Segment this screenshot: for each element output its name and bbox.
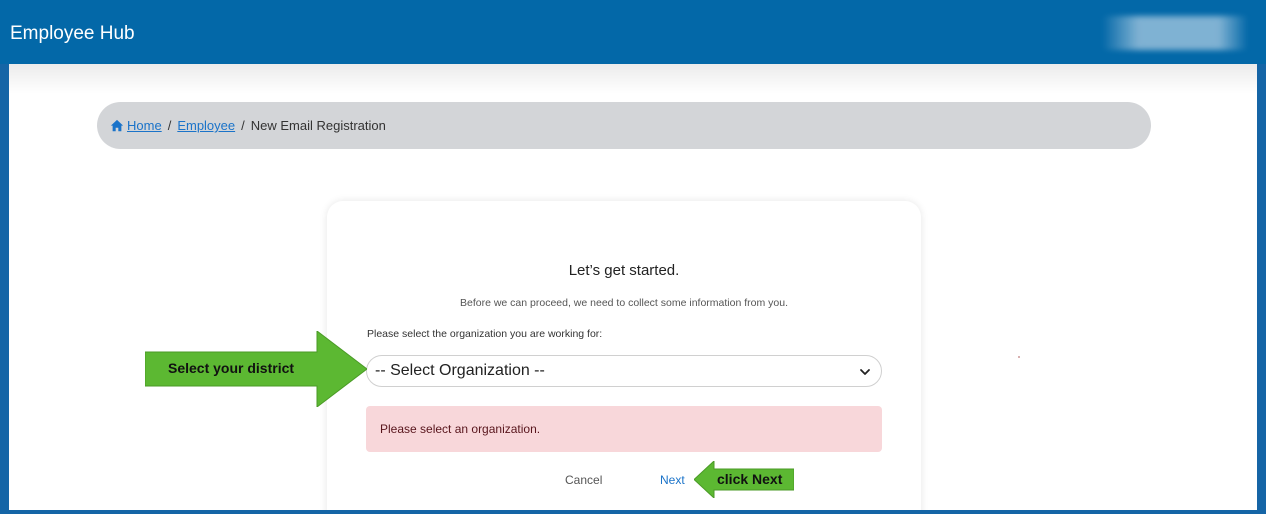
next-button[interactable]: Next bbox=[660, 473, 685, 487]
card-heading: Let’s get started. bbox=[568, 262, 680, 279]
chevron-down-icon bbox=[859, 365, 871, 377]
breadcrumb-separator: / bbox=[241, 118, 245, 133]
app-title: Employee Hub bbox=[10, 23, 135, 44]
breadcrumb: Home / Employee / New Email Registration bbox=[97, 102, 1151, 149]
registration-card: Let’s get started. Before we can proceed… bbox=[327, 201, 921, 510]
error-alert: Please select an organization. bbox=[366, 406, 882, 452]
home-icon[interactable] bbox=[110, 119, 124, 133]
redacted-user-area bbox=[1102, 16, 1248, 50]
breadcrumb-separator: / bbox=[167, 118, 172, 133]
breadcrumb-employee-link[interactable]: Employee bbox=[177, 118, 235, 133]
stray-mark bbox=[1018, 356, 1020, 358]
organization-select-value: -- Select Organization -- bbox=[375, 362, 545, 379]
select-district-annotation: Select your district bbox=[168, 360, 295, 376]
error-message: Please select an organization. bbox=[380, 422, 541, 436]
card-subtext: Before we can proceed, we need to collec… bbox=[459, 297, 788, 309]
main-content: Home / Employee / New Email Registration… bbox=[9, 64, 1257, 510]
organization-select-label: Please select the organization you are w… bbox=[367, 328, 603, 340]
breadcrumb-current: New Email Registration bbox=[250, 118, 386, 133]
top-bar: Employee Hub bbox=[0, 0, 1266, 64]
organization-select[interactable]: -- Select Organization -- bbox=[366, 355, 882, 387]
breadcrumb-home-link[interactable]: Home bbox=[127, 118, 162, 133]
cancel-button[interactable]: Cancel bbox=[565, 473, 602, 487]
click-next-annotation: click Next bbox=[717, 471, 783, 487]
